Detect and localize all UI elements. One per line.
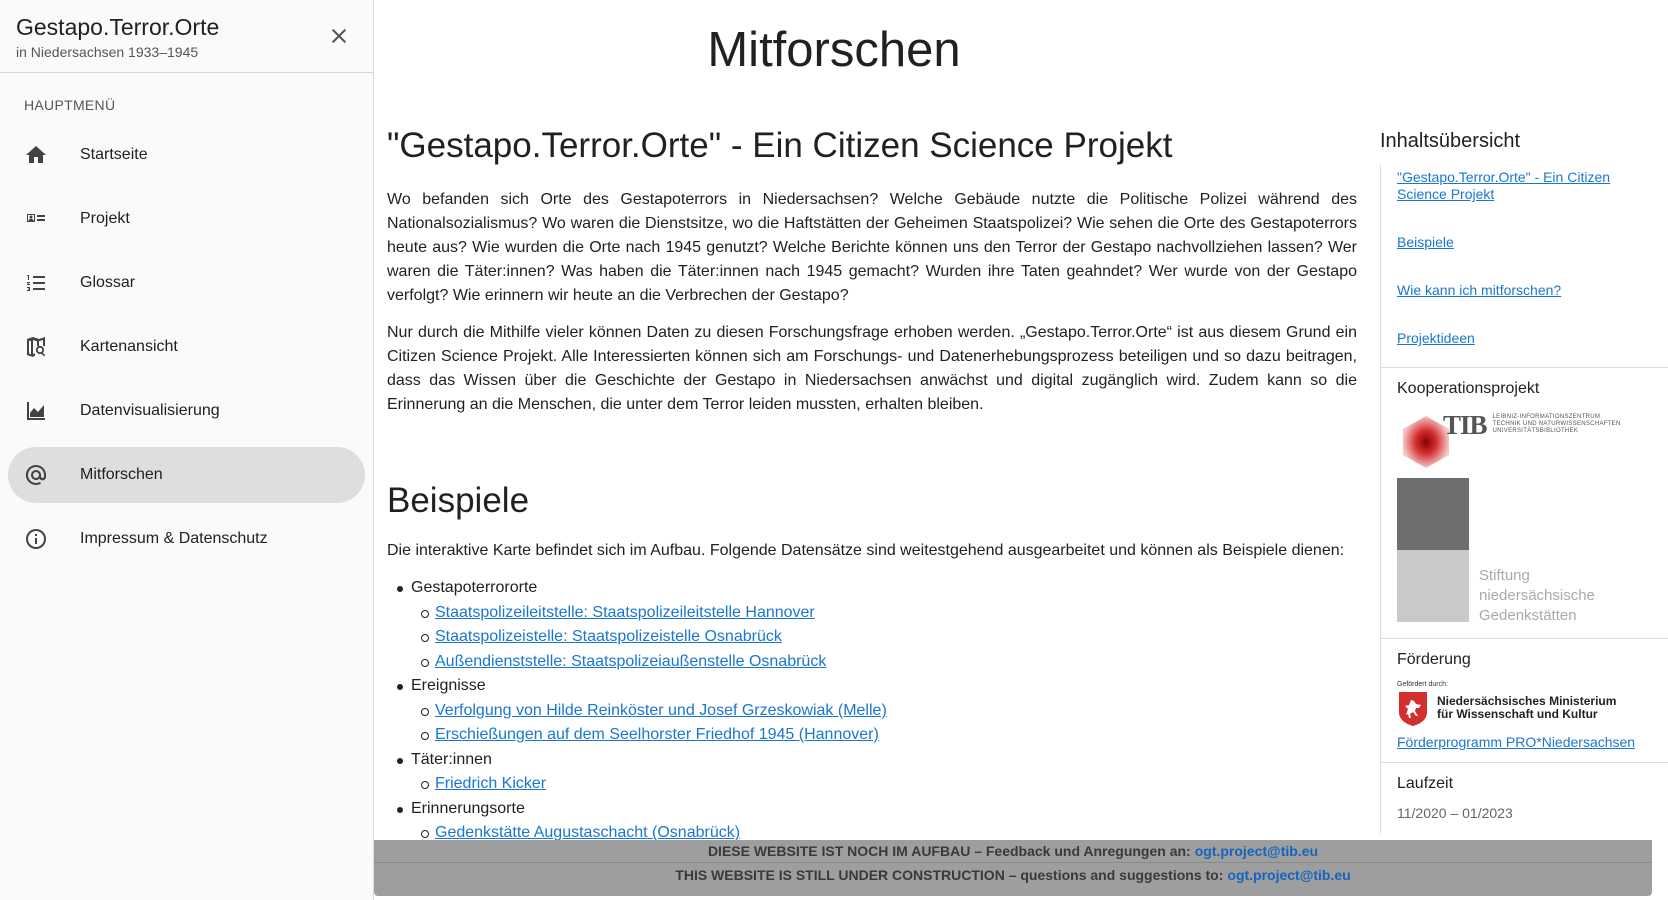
banner-text-en: THIS WEBSITE IS STILL UNDER CONSTRUCTION… — [675, 866, 1224, 883]
stiftung-name: Stiftung niedersächsische Gedenkstätten — [1479, 567, 1595, 624]
site-title[interactable]: Gestapo.Terror.Orte — [16, 14, 357, 40]
site-subtitle: in Niedersachsen 1933–1945 — [16, 44, 199, 60]
example-link[interactable]: Friedrich Kicker — [435, 775, 546, 792]
toc-link[interactable]: Wie kann ich mitforschen? — [1397, 282, 1652, 299]
toc-link[interactable]: "Gestapo.Terror.Orte" - Ein Citizen Scie… — [1397, 169, 1652, 203]
gefoerdert-label: Gefördert durch: — [1397, 681, 1448, 688]
example-link[interactable]: Staatspolizeileitstelle: Staatspolizeile… — [435, 604, 815, 621]
section-heading-citizen-science: "Gestapo.Terror.Orte" - Ein Citizen Scie… — [387, 126, 1173, 165]
list-item: Staatspolizeileitstelle: Staatspolizeile… — [411, 601, 1357, 626]
example-link[interactable]: Staatspolizeistelle: Staatspolizeistelle… — [435, 628, 782, 645]
example-link[interactable]: Außendienststelle: Staatspolizeiaußenste… — [435, 653, 826, 670]
paragraph: Wo befanden sich Orte des Gestapoterrors… — [387, 191, 1357, 304]
sidebar-item-label: Glossar — [80, 274, 136, 291]
page-title: Mitforschen — [707, 23, 961, 77]
list-item: Gestapoterrororte Staatspolizeileitstell… — [387, 576, 1357, 674]
example-link[interactable]: Gedenkstätte Augustaschacht (Osnabrück) — [435, 824, 740, 841]
list-item: Ereignisse Verfolgung von Hilde Reinköst… — [387, 674, 1357, 748]
section-heading-beispiele: Beispiele — [387, 481, 530, 520]
examples-list: Gestapoterrororte Staatspolizeileitstell… — [387, 576, 1357, 846]
laufzeit-heading: Laufzeit — [1397, 775, 1454, 792]
banner-email-link[interactable]: ogt.project@tib.eu — [1227, 867, 1350, 883]
list-item: Friedrich Kicker — [411, 772, 1357, 797]
info-icon — [24, 527, 48, 551]
right-sidebar: Inhaltsübersicht "Gestapo.Terror.Orte" -… — [1380, 130, 1668, 833]
banner-line-en: THIS WEBSITE IS STILL UNDER CONSTRUCTION… — [374, 863, 1652, 886]
kooperation-heading: Kooperationsprojekt — [1397, 380, 1540, 397]
tib-subtext: Leibniz-Informationszentrum Technik und … — [1492, 414, 1621, 434]
example-link[interactable]: Verfolgung von Hilde Reinköster und Jose… — [435, 702, 887, 719]
sidebar-item-label: Projekt — [80, 210, 130, 227]
sidebar-item-startseite[interactable]: Startseite — [8, 127, 365, 183]
foerderung-heading: Förderung — [1397, 651, 1471, 668]
numbered-list-icon — [24, 271, 48, 295]
kooperation-section: Kooperationsprojekt TIB LEIBNIZ-INFORMAT… — [1381, 367, 1668, 638]
sidebar-item-label: Mitforschen — [80, 466, 163, 483]
category-label: Ereignisse — [411, 677, 486, 694]
banner-text-de: DIESE WEBSITE IST NOCH IM AUFBAU – Feedb… — [707, 843, 1191, 859]
area-chart-icon — [24, 399, 48, 423]
banner-email-link[interactable]: ogt.project@tib.eu — [1195, 843, 1318, 859]
sidebar-item-label: Kartenansicht — [80, 338, 178, 355]
laufzeit-value: 11/2020 – 01/2023 — [1397, 805, 1513, 821]
list-item: Staatspolizeistelle: Staatspolizeistelle… — [411, 625, 1357, 650]
sidebar-item-projekt[interactable]: Projekt — [8, 191, 365, 247]
foerderprogramm-link[interactable]: Förderprogramm PRO*Niedersachsen — [1397, 734, 1652, 750]
example-link[interactable]: Erschießungen auf dem Seelhorster Friedh… — [435, 726, 879, 743]
sidebar-item-label: Startseite — [80, 146, 148, 163]
laufzeit-section: Laufzeit 11/2020 – 01/2023 — [1381, 762, 1668, 833]
article: "Gestapo.Terror.Orte" - Ein Citizen Scie… — [387, 126, 1357, 846]
sidebar-item-label: Impressum & Datenschutz — [80, 530, 268, 547]
card-text-icon — [24, 207, 48, 231]
sidebar-header: Gestapo.Terror.Orte in Niedersachsen 193… — [0, 0, 373, 73]
list-item: Erschießungen auf dem Seelhorster Friedh… — [411, 723, 1357, 748]
home-icon — [24, 143, 48, 167]
list-item: Außendienststelle: Staatspolizeiaußenste… — [411, 650, 1357, 675]
sidebar-item-mitforschen[interactable]: Mitforschen — [8, 447, 365, 503]
toc-link[interactable]: Beispiele — [1397, 234, 1652, 251]
sidebar-item-datenvisualisierung[interactable]: Datenvisualisierung — [8, 383, 365, 439]
toc-title: Inhaltsübersicht — [1380, 130, 1521, 152]
banner-line-de: DIESE WEBSITE IST NOCH IM AUFBAU – Feedb… — [374, 840, 1652, 863]
sidebar: Gestapo.Terror.Orte in Niedersachsen 193… — [0, 0, 374, 900]
lower-saxony-horse-icon — [1399, 692, 1427, 726]
toc-box: "Gestapo.Terror.Orte" - Ein Citizen Scie… — [1380, 165, 1668, 833]
sidebar-item-glossar[interactable]: Glossar — [8, 255, 365, 311]
tib-logo[interactable]: TIB Leibniz-Informationszentrum Technik … — [1397, 410, 1652, 470]
category-label: Erinnerungsorte — [411, 799, 525, 817]
ministry-name: Niedersächsisches Ministerium für Wissen… — [1437, 694, 1617, 721]
toc-links: "Gestapo.Terror.Orte" - Ein Citizen Scie… — [1381, 165, 1668, 367]
menu-heading: HAUPTMENÜ — [24, 97, 116, 113]
sidebar-item-label: Datenvisualisierung — [80, 402, 220, 419]
paragraph: Die interaktive Karte befindet sich im A… — [387, 542, 1345, 559]
close-icon[interactable] — [325, 22, 353, 50]
list-item: Erinnerungsorte Gedenkstätte Augustascha… — [387, 797, 1357, 846]
foerderung-section: Förderung Gefördert durch: Niedersächsis… — [1381, 638, 1668, 762]
stiftung-blocks — [1397, 478, 1469, 626]
list-item: Täter:innen Friedrich Kicker — [387, 748, 1357, 797]
toc-link[interactable]: Projektideen — [1397, 330, 1652, 347]
stiftung-logo[interactable]: Stiftung niedersächsische Gedenkstätten — [1397, 478, 1652, 626]
main-content: Mitforschen "Gestapo.Terror.Orte" - Ein … — [374, 0, 1668, 900]
sidebar-item-impressum[interactable]: Impressum & Datenschutz — [8, 511, 365, 567]
category-label: Täter:innen — [411, 750, 492, 768]
ministry-logo[interactable]: Niedersächsisches Ministerium für Wissen… — [1397, 690, 1652, 726]
category-label: Gestapoterrororte — [411, 579, 538, 596]
map-search-icon — [24, 335, 48, 359]
construction-banner: DIESE WEBSITE IST NOCH IM AUFBAU – Feedb… — [374, 840, 1652, 896]
tib-wordmark: TIB — [1443, 410, 1488, 440]
sidebar-item-kartenansicht[interactable]: Kartenansicht — [8, 319, 365, 375]
at-sign-icon — [24, 463, 48, 487]
list-item: Verfolgung von Hilde Reinköster und Jose… — [411, 699, 1357, 724]
paragraph: Nur durch die Mithilfe vieler können Dat… — [387, 324, 1357, 413]
